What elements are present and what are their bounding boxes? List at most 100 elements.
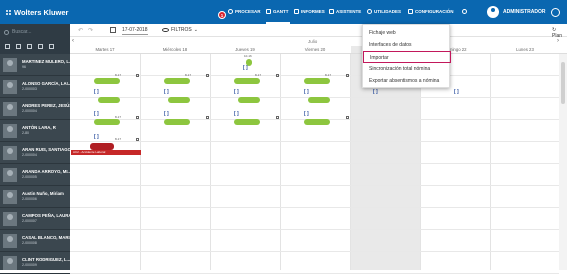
menu-item-exportar[interactable]: Exportar absentismos a nómina — [363, 75, 451, 87]
notification-badge: 1 — [218, 11, 226, 19]
avatar — [3, 168, 17, 182]
user-name[interactable]: ADMINISTRADOR — [503, 9, 546, 15]
grid-row — [70, 164, 559, 186]
eye-icon — [162, 28, 169, 32]
menu-item-sincronizacion[interactable]: Sincronización total nómina — [363, 63, 451, 75]
calculator-icon[interactable] — [5, 44, 10, 49]
clock-icon — [228, 9, 233, 14]
shift-bar[interactable] — [94, 78, 120, 84]
list-icon[interactable] — [49, 44, 54, 49]
day-header: Martes 17 — [95, 47, 115, 52]
calendar-icon[interactable] — [110, 27, 116, 33]
bracket-icon: [ ] — [234, 111, 239, 117]
lightbulb-icon — [367, 9, 372, 14]
lock-icon — [136, 116, 139, 119]
logo-icon — [6, 9, 12, 16]
globe-icon[interactable] — [551, 8, 560, 17]
user-avatar[interactable] — [487, 6, 499, 18]
undo-icon[interactable]: ↶ — [78, 27, 83, 34]
nav-configuracion[interactable]: CONFIGURACIÓN — [408, 9, 454, 14]
employee-row[interactable]: Austin Nuño, Miriam 2-000006 — [0, 186, 70, 208]
redo-icon[interactable]: ↷ — [88, 27, 93, 34]
day-header: Viernes 20 — [304, 47, 326, 52]
day-header: Jueves 19 — [235, 47, 255, 52]
employee-row[interactable]: ANDRES PEREZ, JESÚS... 2-000004 — [0, 98, 76, 120]
bracket-icon: [ ] — [94, 134, 99, 140]
lock-icon — [346, 116, 349, 119]
grid-row — [70, 208, 559, 230]
employee-row[interactable]: MARTINEZ MULERO, L... 96 — [0, 54, 73, 76]
date-field[interactable]: 17-07-2018 — [122, 27, 148, 35]
lock-icon — [346, 74, 349, 77]
chevron-left-icon[interactable]: ‹ — [72, 38, 74, 44]
shift-bar[interactable] — [164, 119, 190, 125]
shift-time: 8-17 — [185, 73, 192, 77]
bracket-icon: [ ] — [164, 111, 169, 117]
avatar — [3, 124, 17, 138]
bracket-icon: [ ] — [164, 89, 169, 95]
nav-procesar[interactable]: PROCESAR — [228, 9, 261, 14]
shift-bar[interactable] — [234, 78, 260, 84]
gantt-grid — [70, 54, 559, 274]
menu-item-fichaje-web[interactable]: Fichaje web — [363, 27, 451, 39]
shift-time: 8-17 — [115, 137, 122, 141]
avatar — [3, 234, 17, 248]
nav-utilidades[interactable]: UTILIDADES — [367, 9, 401, 14]
lock-icon — [136, 74, 139, 77]
shift-bar[interactable] — [94, 119, 120, 125]
shift-bar[interactable] — [168, 97, 190, 103]
shift-bar[interactable] — [304, 119, 330, 125]
nav-informes[interactable]: INFORMES — [294, 9, 325, 14]
chevron-down-icon: ⌄ — [193, 27, 198, 33]
employee-row[interactable]: CASAL BLANCO, MARI... 2-000008 — [0, 230, 73, 252]
shift-bar[interactable] — [304, 78, 330, 84]
settings-button[interactable] — [462, 9, 467, 14]
person-icon[interactable] — [27, 44, 32, 49]
employee-row[interactable]: CLINT RODRIGUEZ, L... 2-000009 — [0, 252, 70, 274]
shift-bar[interactable] — [238, 97, 260, 103]
shift-bar[interactable] — [98, 97, 120, 103]
search-icon — [4, 29, 9, 35]
grid-row — [70, 54, 559, 76]
grid-row — [70, 186, 559, 208]
employee-row[interactable]: ANTÓN LARA, R 2-80 — [0, 120, 70, 142]
team-icon[interactable] — [38, 44, 43, 49]
grid-icon[interactable] — [16, 44, 21, 49]
bracket-icon: [ ] — [304, 89, 309, 95]
month-row: ‹ Julio › — [70, 38, 567, 46]
avatar — [3, 58, 17, 72]
filters-button[interactable]: FILTROS ⌄ — [162, 27, 198, 33]
logo: Wolters Kluwer — [6, 8, 68, 17]
shift-time: 8-17 — [255, 73, 262, 77]
bracket-icon: [ ] — [454, 89, 459, 95]
bracket-icon: [ ] — [373, 89, 378, 95]
gear-icon — [462, 9, 467, 14]
nav-gantt[interactable]: GANTT — [266, 9, 289, 14]
avatar — [3, 212, 17, 226]
shift-bar[interactable] — [234, 119, 260, 125]
employee-row[interactable]: ARAN RUIS, SANTIAGO 2-000004 — [0, 142, 71, 164]
shift-bar[interactable] — [164, 78, 190, 84]
grid-row — [70, 230, 559, 252]
shift-bar[interactable] — [308, 97, 330, 103]
lock-icon — [276, 116, 279, 119]
wizard-icon — [329, 9, 334, 14]
lock-icon — [206, 74, 209, 77]
lock-icon — [136, 138, 139, 141]
search-input[interactable]: Buscar... — [4, 28, 66, 36]
menu-item-importar[interactable]: Importar — [363, 51, 451, 63]
bracket-icon: [ ] — [94, 111, 99, 117]
employee-row[interactable]: ARANDA ARROYO, MI... 2-000005 — [0, 164, 71, 186]
bracket-icon: [ ] — [243, 65, 248, 71]
employee-row[interactable]: CAMPOS PEÑA, LAURA... 2-000007 — [0, 208, 75, 230]
employee-row[interactable]: ALONSO GARCÍA, LAI... 2-000003 — [0, 76, 71, 98]
day-header: Miércoles 18 — [162, 47, 188, 52]
gantt-icon — [266, 9, 271, 14]
nav-asistente[interactable]: ASISTENTE — [329, 9, 361, 14]
scrollbar-thumb[interactable] — [561, 62, 565, 104]
grid-row — [70, 252, 559, 274]
menu-item-interfaces[interactable]: Interfaces de datos — [363, 39, 451, 51]
chevron-right-icon[interactable]: › — [557, 38, 559, 44]
absence-label[interactable]: AC2 - Accidente Laboral — [71, 150, 141, 155]
absence-bar[interactable] — [90, 143, 114, 150]
